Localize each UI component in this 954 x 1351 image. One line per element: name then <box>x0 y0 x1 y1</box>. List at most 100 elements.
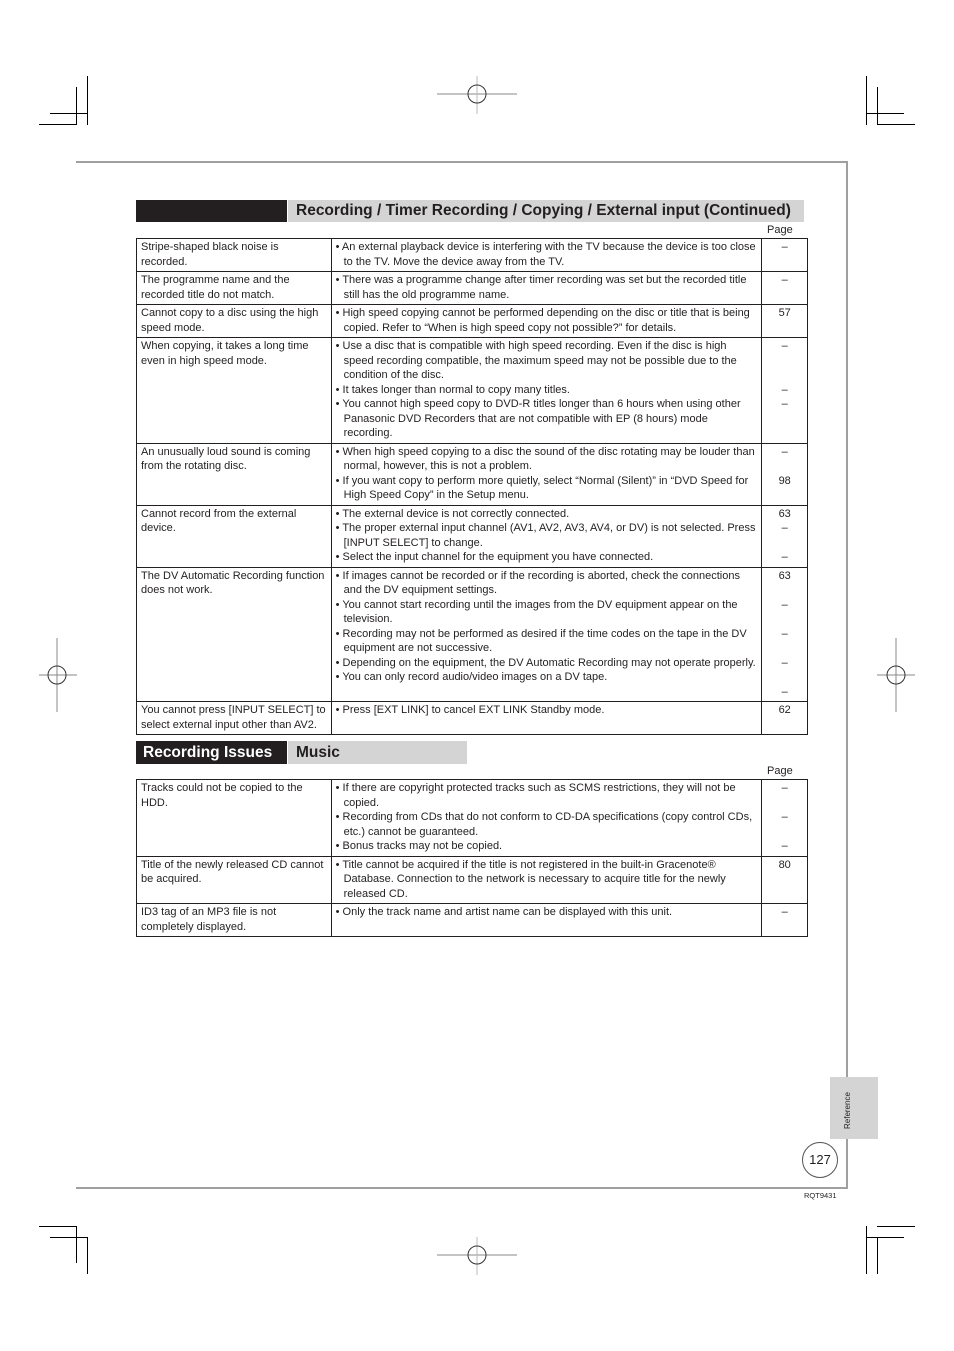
page-reference-cell: – 98 <box>761 442 808 506</box>
symptom-cell: Stripe-shaped black noise is recorded. <box>136 238 332 272</box>
table-row: The DV Automatic Recording function does… <box>136 566 808 702</box>
symptom-cell: Tracks could not be copied to the HDD. <box>136 779 332 857</box>
remedy-bullet: An external playback device is interferi… <box>336 240 758 269</box>
page-reference: 62 <box>778 704 791 716</box>
remedy-bullet: The external device is not correctly con… <box>336 507 758 522</box>
right-rule <box>846 161 848 1189</box>
category-label: Recording Issues <box>136 741 287 764</box>
remedy-bullet: If you want copy to perform more quietly… <box>336 474 758 503</box>
remedy-cell: There was a programme change after timer… <box>330 271 763 305</box>
document-code: RQT9431 <box>804 1191 837 1200</box>
page-reference-cell: – <box>761 271 808 305</box>
remedy-bullet: There was a programme change after timer… <box>336 273 758 302</box>
table-row: Stripe-shaped black noise is recorded.An… <box>136 238 808 272</box>
symptom-cell: ID3 tag of an MP3 file is not completely… <box>136 903 332 937</box>
remedy-bullet: It takes longer than normal to copy many… <box>336 383 758 398</box>
remedy-cell: Only the track name and artist name can … <box>330 903 763 937</box>
page-column-label: Page <box>767 765 793 777</box>
top-rule <box>76 161 848 163</box>
page-reference: 80 <box>778 858 791 871</box>
remedy-cell: If images cannot be recorded or if the r… <box>330 566 763 702</box>
remedy-bullet: The proper external input channel (AV1, … <box>336 521 758 550</box>
page-column-label: Page <box>767 224 793 236</box>
table-row: An unusually loud sound is coming from t… <box>136 442 808 506</box>
page-reference-cell: – <box>761 238 808 272</box>
remedy-cell: If there are copyright protected tracks … <box>330 779 763 857</box>
page-reference: – <box>781 383 788 396</box>
table-row: Cannot copy to a disc using the high spe… <box>136 304 808 338</box>
remedy-bullet: You cannot start recording until the ima… <box>336 598 758 627</box>
page-reference: – <box>781 340 788 352</box>
symptom-cell: When copying, it takes a long time even … <box>136 337 332 444</box>
remedy-cell: Title cannot be acquired if the title is… <box>330 855 763 904</box>
remedy-bullet: Bonus tracks may not be copied. <box>336 839 758 854</box>
remedy-cell: When high speed copying to a disc the so… <box>330 442 763 506</box>
page-reference: 98 <box>778 474 791 487</box>
registration-mark-top <box>437 76 517 114</box>
remedy-bullet: You can only record audio/video images o… <box>336 670 758 685</box>
registration-mark-right <box>877 638 915 712</box>
registration-mark-bottom <box>437 1237 517 1275</box>
remedy-cell: The external device is not correctly con… <box>330 504 763 568</box>
page-reference: – <box>781 274 788 286</box>
remedy-bullet: If images cannot be recorded or if the r… <box>336 569 758 598</box>
page-reference-cell: 57 <box>761 304 808 338</box>
page-reference: 63 <box>778 507 791 520</box>
bottom-rule <box>76 1187 848 1189</box>
symptom-cell: Title of the newly released CD cannot be… <box>136 855 332 904</box>
reference-tab[interactable]: Reference <box>830 1077 878 1139</box>
page-reference-cell: – – – <box>761 779 808 857</box>
page-reference: 63 <box>778 569 791 582</box>
page-reference: – <box>781 656 788 669</box>
page-reference-cell: 63 – – – – <box>761 566 808 702</box>
page-reference-cell: 63 – – <box>761 504 808 568</box>
page-reference-cell: 62 <box>761 701 808 735</box>
troubleshooting-table-recording: Stripe-shaped black noise is recorded.An… <box>136 238 808 735</box>
remedy-cell: High speed copying cannot be performed d… <box>330 304 763 338</box>
table-row: You cannot press [INPUT SELECT] to selec… <box>136 701 808 735</box>
remedy-bullet: Select the input channel for the equipme… <box>336 550 758 565</box>
table-row: The programme name and the recorded titl… <box>136 271 808 305</box>
page-reference-cell: – <box>761 903 808 937</box>
table-row: When copying, it takes a long time even … <box>136 337 808 444</box>
section-title: Music <box>288 741 467 764</box>
remedy-bullet: Only the track name and artist name can … <box>336 905 758 920</box>
symptom-cell: You cannot press [INPUT SELECT] to selec… <box>136 701 332 735</box>
section-header-black-block <box>136 200 287 222</box>
remedy-bullet: Use a disc that is compatible with high … <box>336 339 758 383</box>
page-reference-cell: 80 <box>761 855 808 904</box>
troubleshooting-table-music: Tracks could not be copied to the HDD.If… <box>136 779 808 937</box>
remedy-cell: Use a disc that is compatible with high … <box>330 337 763 444</box>
remedy-cell: An external playback device is interferi… <box>330 238 763 272</box>
registration-mark-left <box>39 638 77 712</box>
symptom-cell: An unusually loud sound is coming from t… <box>136 442 332 506</box>
remedy-bullet: Title cannot be acquired if the title is… <box>336 858 758 902</box>
remedy-bullet: You cannot high speed copy to DVD-R titl… <box>336 397 758 441</box>
page-reference: – <box>781 627 788 640</box>
table-row: Cannot record from the external device.T… <box>136 504 808 568</box>
remedy-bullet: High speed copying cannot be performed d… <box>336 306 758 335</box>
page-reference: – <box>781 782 788 794</box>
table-row: Tracks could not be copied to the HDD.If… <box>136 779 808 857</box>
page-number: 127 <box>802 1142 838 1178</box>
page-reference: – <box>781 522 788 534</box>
section-title: Recording / Timer Recording / Copying / … <box>288 200 804 222</box>
page-reference-cell: – – – <box>761 337 808 444</box>
remedy-bullet: When high speed copying to a disc the so… <box>336 445 758 474</box>
remedy-bullet: If there are copyright protected tracks … <box>336 781 758 810</box>
table-row: ID3 tag of an MP3 file is not completely… <box>136 903 808 937</box>
page-reference: – <box>781 551 788 563</box>
symptom-cell: Cannot record from the external device. <box>136 504 332 568</box>
reference-tab-label: Reference <box>843 1092 852 1129</box>
page-reference: 57 <box>778 307 791 319</box>
remedy-bullet: Recording may not be performed as desire… <box>336 627 758 656</box>
page-reference: – <box>781 445 788 458</box>
page-reference: – <box>781 398 788 410</box>
remedy-cell: Press [EXT LINK] to cancel EXT LINK Stan… <box>330 701 763 735</box>
page-reference: – <box>781 241 788 253</box>
page-reference: – <box>781 811 788 823</box>
symptom-cell: The programme name and the recorded titl… <box>136 271 332 305</box>
symptom-cell: Cannot copy to a disc using the high spe… <box>136 304 332 338</box>
page-reference: – <box>781 840 788 852</box>
remedy-bullet: Depending on the equipment, the DV Autom… <box>336 656 758 671</box>
